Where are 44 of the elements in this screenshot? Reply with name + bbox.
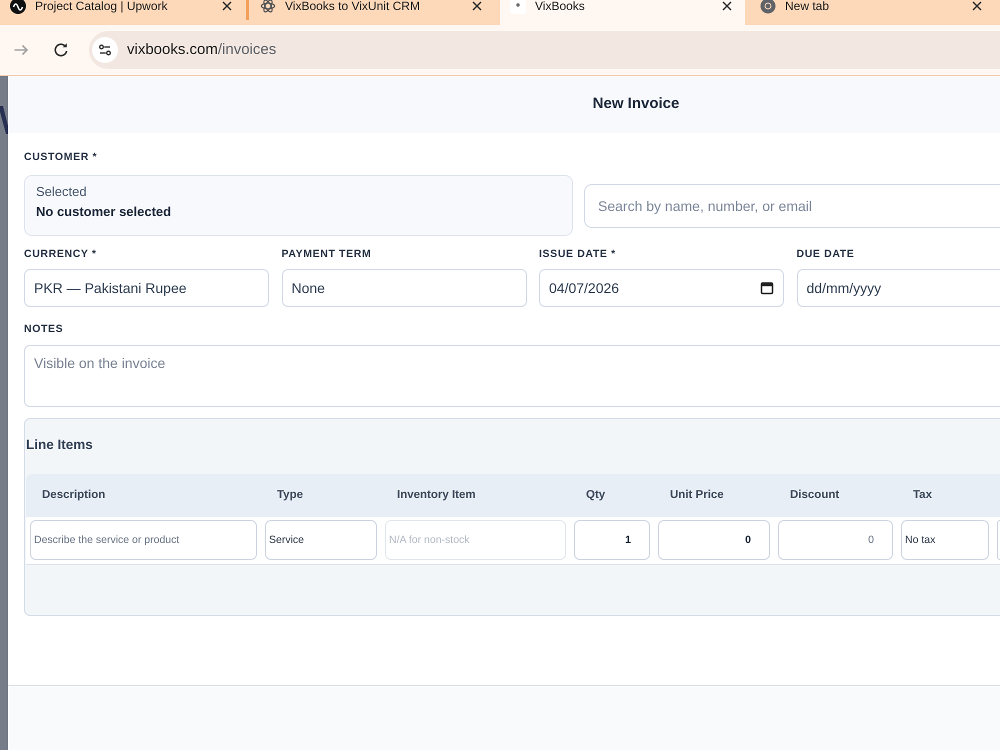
atom-icon — [260, 0, 276, 14]
field-label: CURRENCY * — [24, 247, 98, 261]
site-settings-icon[interactable] — [92, 37, 118, 63]
column-header: Inventory Item — [396, 488, 477, 503]
column-header: Qty — [585, 488, 606, 503]
close-icon[interactable] — [472, 1, 482, 11]
column-header: Unit Price — [669, 488, 725, 503]
browser-tab[interactable]: Project Catalog | Upwork — [0, 0, 245, 25]
search-field[interactable]: Search by name, number, or email — [584, 184, 1000, 228]
input-field[interactable]: No tax — [901, 520, 989, 560]
close-icon[interactable] — [222, 1, 232, 11]
selected-customer-text: No customer selected — [36, 203, 172, 221]
input-field[interactable] — [997, 520, 1000, 560]
reload-icon[interactable] — [53, 42, 69, 58]
field-label: ISSUE DATE * — [539, 247, 617, 261]
number-field[interactable]: 0 — [778, 520, 893, 560]
column-header: Tax — [912, 488, 933, 503]
calendar-icon[interactable] — [760, 281, 774, 295]
browser-tab[interactable]: VixBooks to VixUnit CRM — [250, 0, 495, 25]
modal-title: New Invoice — [592, 94, 680, 114]
browser-tab[interactable]: VixBooks — [500, 0, 745, 25]
field-label: NOTES — [24, 322, 64, 336]
column-header: Description — [41, 488, 106, 503]
input-field[interactable]: PKR — Pakistani Rupee — [24, 269, 269, 307]
section-title: Line Items — [26, 436, 94, 454]
notes-field[interactable]: Visible on the invoice — [24, 345, 1000, 407]
input-field[interactable]: dd/mm/yyyy — [796, 269, 1000, 307]
wave-badge-icon — [10, 0, 26, 14]
column-header: Type — [276, 488, 304, 503]
selected-caption: Selected — [36, 183, 88, 201]
input-field[interactable]: None — [282, 269, 526, 307]
number-field[interactable]: 0 — [658, 520, 770, 560]
field-label: PAYMENT TERM — [282, 247, 372, 261]
column-header: Discount — [789, 488, 840, 503]
field-label: DUE DATE — [796, 247, 856, 261]
field-label: CUSTOMER * — [24, 150, 98, 164]
input-field[interactable]: Service — [265, 520, 377, 560]
date-field[interactable]: 04/07/2026 — [539, 269, 784, 307]
close-icon[interactable] — [722, 1, 732, 11]
number-field[interactable]: 1 — [574, 520, 650, 560]
input-field[interactable]: Describe the service or product — [30, 520, 257, 560]
close-icon[interactable] — [972, 1, 982, 11]
address-bar[interactable]: vixbooks.com/invoices — [89, 31, 1000, 69]
browser-tab[interactable]: New tab — [750, 0, 995, 25]
